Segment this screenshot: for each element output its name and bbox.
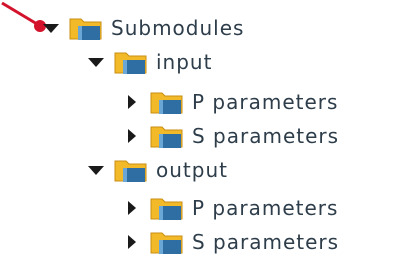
project-tree: Submodules input P parameters S paramete… bbox=[0, 0, 396, 257]
tree-item-label: S parameters bbox=[192, 230, 340, 254]
expand-toggle-icon[interactable] bbox=[128, 201, 136, 215]
expand-toggle-icon[interactable] bbox=[128, 129, 136, 143]
folder-module-icon bbox=[150, 229, 184, 255]
tree-item-label: output bbox=[156, 158, 228, 182]
tree-item-label: S parameters bbox=[192, 124, 340, 148]
tree-item-output[interactable]: output bbox=[88, 150, 228, 190]
tree-item-input[interactable]: input bbox=[88, 42, 212, 82]
expand-toggle-icon[interactable] bbox=[128, 95, 136, 109]
tree-item-label: P parameters bbox=[192, 90, 339, 114]
expand-toggle-icon[interactable] bbox=[128, 235, 136, 249]
folder-module-icon bbox=[114, 157, 148, 183]
expand-toggle-icon[interactable] bbox=[88, 57, 104, 67]
tree-item-label: P parameters bbox=[192, 196, 339, 220]
tree-item-label: input bbox=[156, 50, 213, 74]
tree-item-output-s-parameters[interactable]: S parameters bbox=[128, 222, 339, 257]
folder-module-icon bbox=[69, 15, 103, 41]
folder-module-icon bbox=[150, 123, 184, 149]
expand-toggle-icon[interactable] bbox=[43, 23, 59, 33]
expand-toggle-icon[interactable] bbox=[88, 165, 104, 175]
folder-module-icon bbox=[114, 49, 148, 75]
folder-module-icon bbox=[150, 195, 184, 221]
tree-item-label: Submodules bbox=[111, 16, 245, 40]
folder-module-icon bbox=[150, 89, 184, 115]
